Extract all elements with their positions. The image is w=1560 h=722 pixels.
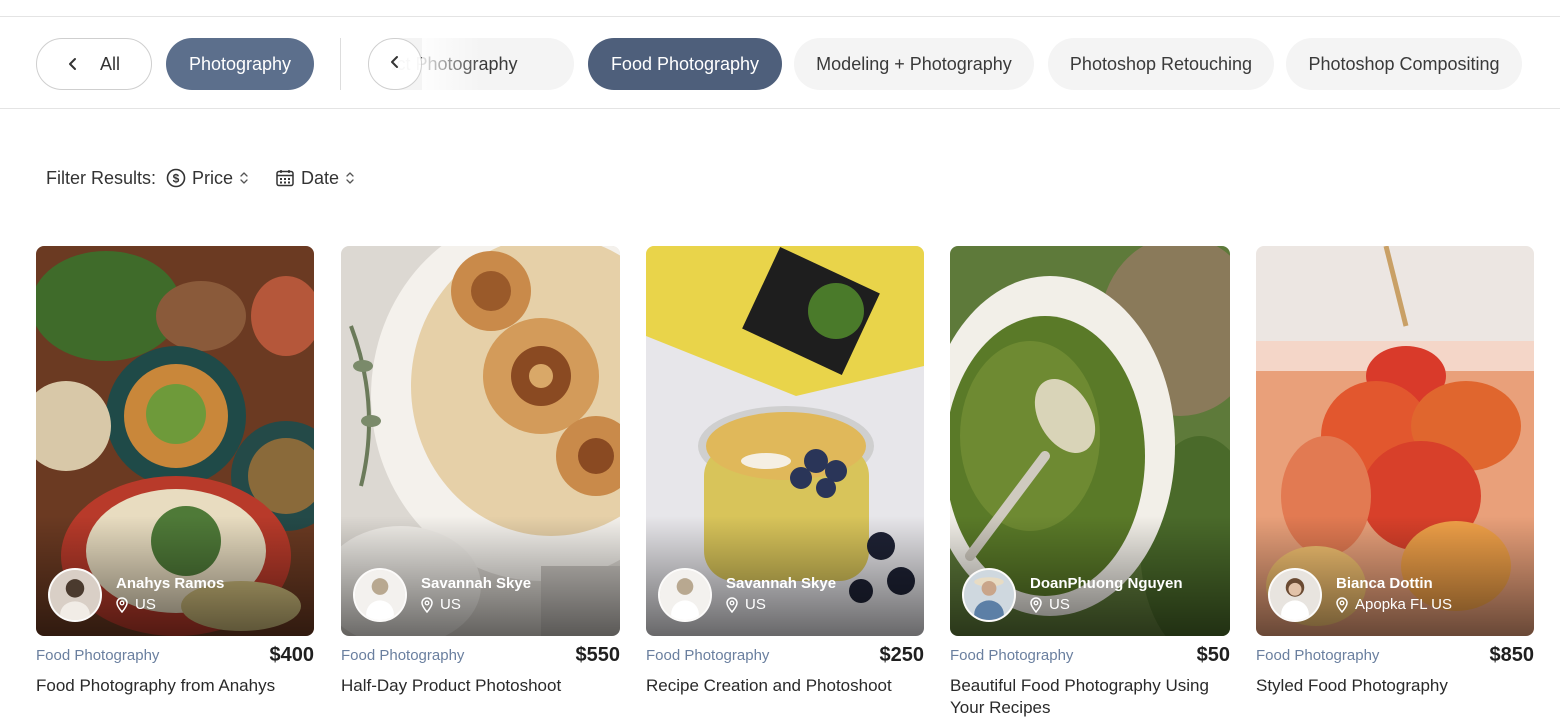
filter-row: Filter Results: $ Price Date bbox=[46, 164, 381, 192]
location-pin-icon bbox=[1336, 597, 1348, 613]
listing-card[interactable]: Savannah Skye US Food Photography $250 R… bbox=[646, 246, 924, 697]
seller-location: US bbox=[135, 596, 156, 613]
price-filter-label: Price bbox=[192, 167, 234, 188]
sort-icon bbox=[345, 171, 355, 185]
avatar[interactable] bbox=[962, 568, 1016, 622]
date-filter-label: Date bbox=[301, 167, 340, 188]
listing-title[interactable]: Half-Day Product Photoshoot bbox=[341, 675, 620, 697]
listing-category-link[interactable]: Food Photography bbox=[36, 647, 159, 664]
location-pin-icon bbox=[1030, 597, 1042, 613]
listing-category-link[interactable]: Food Photography bbox=[1256, 647, 1379, 664]
seller-location: US bbox=[440, 596, 461, 613]
listing-category-link[interactable]: Food Photography bbox=[950, 647, 1073, 664]
seller-badge[interactable]: Savannah Skye US bbox=[353, 568, 531, 622]
avatar[interactable] bbox=[48, 568, 102, 622]
back-label: All bbox=[99, 53, 120, 74]
listing-title[interactable]: Recipe Creation and Photoshoot bbox=[646, 675, 924, 697]
listing-card[interactable]: Savannah Skye US Food Photography $550 H… bbox=[341, 246, 620, 697]
parent-category-pill[interactable]: Photography bbox=[166, 38, 314, 90]
seller-location: Apopka FL US bbox=[1355, 596, 1452, 613]
seller-name[interactable]: Bianca Dottin bbox=[1336, 574, 1452, 594]
listing-card[interactable]: DoanPhuong Nguyen US Food Photography $5… bbox=[950, 246, 1230, 719]
seller-location: US bbox=[745, 596, 766, 613]
seller-badge[interactable]: Anahys Ramos US bbox=[48, 568, 224, 622]
chip-photoshop-retouching[interactable]: Photoshop Retouching bbox=[1048, 38, 1274, 90]
listing-photo[interactable]: Savannah Skye US bbox=[341, 246, 620, 636]
listing-title[interactable]: Styled Food Photography bbox=[1256, 675, 1534, 697]
category-divider bbox=[340, 38, 341, 90]
chevron-left-icon bbox=[68, 57, 78, 71]
listing-price: $550 bbox=[575, 643, 621, 666]
listing-card[interactable]: Bianca Dottin Apopka FL US Food Photogra… bbox=[1256, 246, 1534, 697]
seller-badge[interactable]: Bianca Dottin Apopka FL US bbox=[1268, 568, 1452, 622]
avatar[interactable] bbox=[1268, 568, 1322, 622]
listing-price: $400 bbox=[269, 643, 315, 666]
dollar-icon: $ bbox=[166, 168, 186, 188]
listing-photo[interactable]: Bianca Dottin Apopka FL US bbox=[1256, 246, 1534, 636]
sort-icon bbox=[239, 171, 249, 185]
seller-name[interactable]: Savannah Skye bbox=[421, 574, 531, 594]
seller-badge[interactable]: Savannah Skye US bbox=[658, 568, 836, 622]
avatar[interactable] bbox=[658, 568, 712, 622]
listing-title[interactable]: Food Photography from Anahys bbox=[36, 675, 314, 697]
avatar[interactable] bbox=[353, 568, 407, 622]
chip-food-photography[interactable]: Food Photography bbox=[588, 38, 782, 90]
chip-photoshop-compositing[interactable]: Photoshop Compositing bbox=[1286, 38, 1522, 90]
subcategory-scroller: Product Photography Food Photography Mod… bbox=[392, 38, 1560, 90]
listing-price: $50 bbox=[1196, 643, 1230, 666]
listing-price: $850 bbox=[1489, 643, 1535, 666]
listing-photo[interactable]: Savannah Skye US bbox=[646, 246, 924, 636]
location-pin-icon bbox=[116, 597, 128, 613]
seller-name[interactable]: Savannah Skye bbox=[726, 574, 836, 594]
category-bar: All Photography Product Photography Food… bbox=[0, 17, 1560, 109]
listing-category-link[interactable]: Food Photography bbox=[646, 647, 769, 664]
location-pin-icon bbox=[726, 597, 738, 613]
listing-price: $250 bbox=[879, 643, 925, 666]
scroll-left-button[interactable] bbox=[368, 38, 422, 90]
seller-name[interactable]: DoanPhuong Nguyen bbox=[1030, 574, 1183, 594]
chip-modeling-photography[interactable]: Modeling + Photography bbox=[794, 38, 1034, 90]
price-filter-button[interactable]: $ Price bbox=[166, 168, 249, 189]
seller-location: US bbox=[1049, 596, 1070, 613]
seller-name[interactable]: Anahys Ramos bbox=[116, 574, 224, 594]
date-filter-button[interactable]: Date bbox=[275, 168, 355, 189]
back-to-all-button[interactable]: All bbox=[36, 38, 152, 90]
location-pin-icon bbox=[421, 597, 433, 613]
seller-badge[interactable]: DoanPhuong Nguyen US bbox=[962, 568, 1183, 622]
filter-label: Filter Results: bbox=[46, 167, 157, 188]
chevron-left-icon bbox=[390, 55, 400, 74]
listing-category-link[interactable]: Food Photography bbox=[341, 647, 464, 664]
listing-photo[interactable]: DoanPhuong Nguyen US bbox=[950, 246, 1230, 636]
svg-text:$: $ bbox=[173, 172, 180, 186]
listing-card[interactable]: Anahys Ramos US Food Photography $400 Fo… bbox=[36, 246, 314, 697]
calendar-icon bbox=[275, 168, 295, 188]
listing-photo[interactable]: Anahys Ramos US bbox=[36, 246, 314, 636]
listing-title[interactable]: Beautiful Food Photography Using Your Re… bbox=[950, 675, 1230, 719]
